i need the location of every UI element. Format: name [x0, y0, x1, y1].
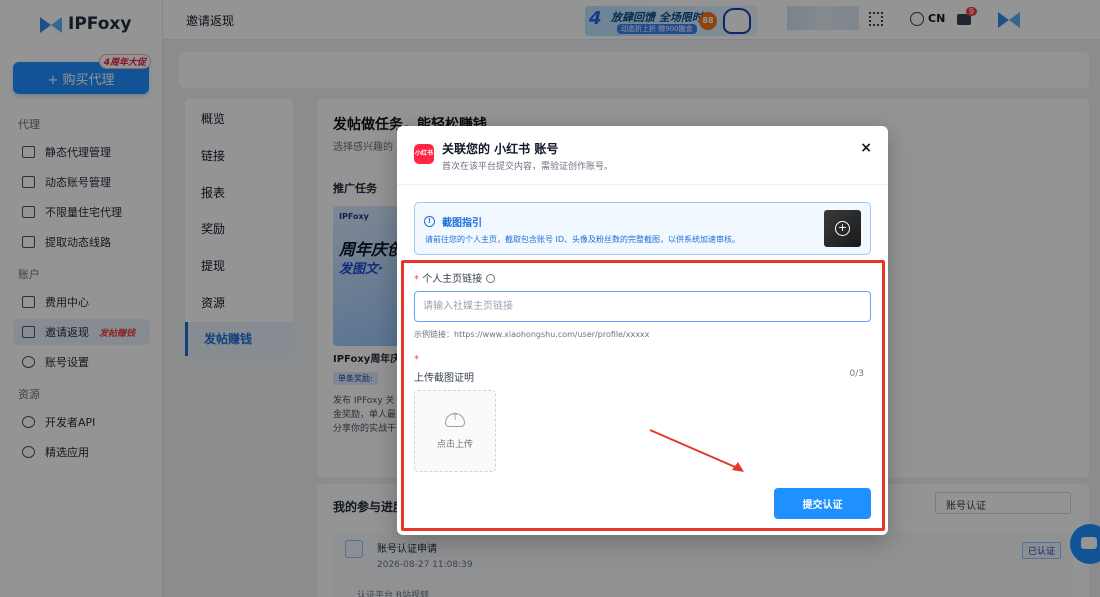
upload-dropzone[interactable]: 点击上传	[414, 390, 496, 472]
annotation-arrow-icon	[649, 429, 744, 472]
info-circle-icon[interactable]	[486, 274, 496, 283]
modal-subtitle: 首次在该平台提交内容，需验证创作账号。	[442, 162, 614, 172]
info-icon: !	[424, 216, 435, 227]
profile-link-input[interactable]	[414, 291, 871, 322]
zoom-in-icon: +	[835, 221, 850, 236]
close-icon[interactable]: ×	[860, 140, 872, 156]
xiaohongshu-logo-icon: 小红书	[414, 144, 434, 164]
guide-text: 请前往您的个人主页，截取包含账号 ID、头像及粉丝数的完整截图，以供系统加速审核…	[425, 235, 741, 244]
upload-proof-label: 上传截图证明	[414, 373, 474, 384]
example-screenshot-thumbnail[interactable]: +	[824, 210, 861, 247]
upload-text: 点击上传	[436, 440, 473, 450]
modal-divider	[397, 184, 888, 185]
modal-title: 关联您的 小红书 账号	[442, 142, 559, 156]
submit-verification-button[interactable]: 提交认证	[774, 488, 871, 519]
required-mark: *	[414, 354, 419, 365]
upload-count: 0/3	[849, 369, 864, 379]
example-link-hint: 示例链接：https://www.xiaohongshu.com/user/pr…	[414, 330, 650, 339]
screenshot-guide: ! 截图指引 请前往您的个人主页，截取包含账号 ID、头像及粉丝数的完整截图，以…	[414, 202, 871, 255]
profile-link-label: * 个人主页链接	[414, 270, 496, 285]
cloud-upload-icon	[445, 412, 465, 427]
guide-title: 截图指引	[442, 218, 482, 229]
